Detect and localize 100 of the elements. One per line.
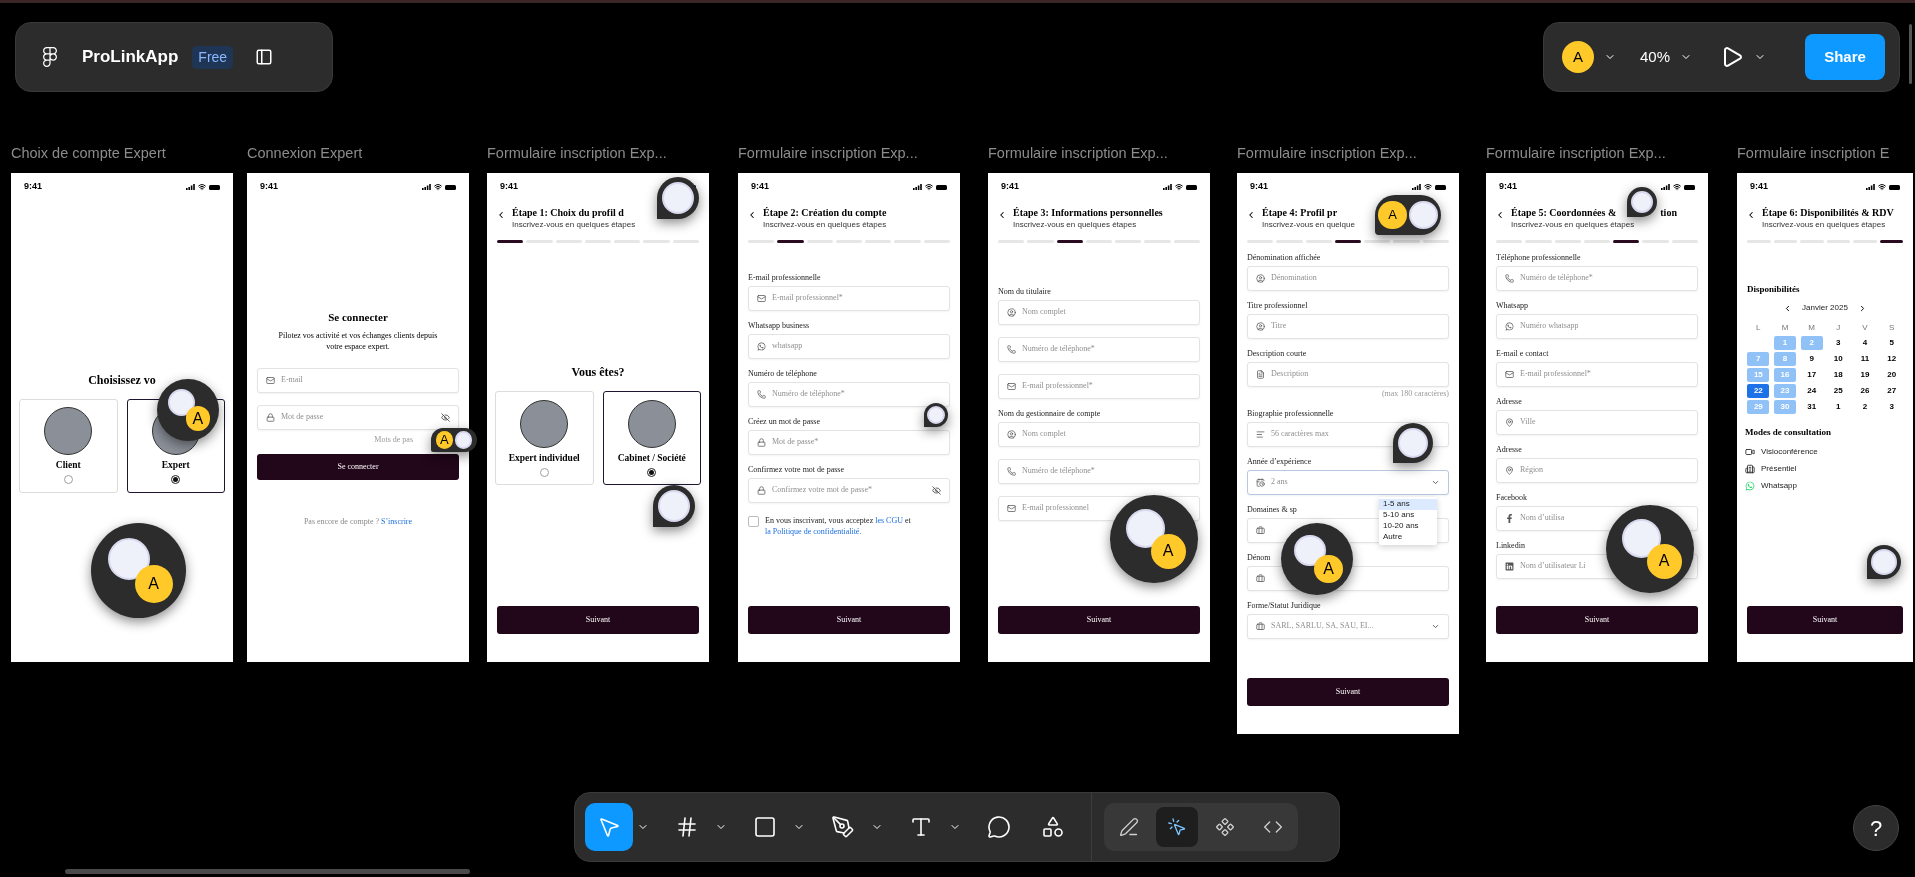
back-icon[interactable] bbox=[1246, 210, 1256, 220]
text-input[interactable]: Nom complet bbox=[1022, 428, 1066, 440]
input-field[interactable]: E-mail professionnel* bbox=[748, 285, 950, 311]
next-button[interactable]: Suivant bbox=[1496, 606, 1698, 634]
text-input[interactable]: E-mail professionnel bbox=[1022, 502, 1089, 514]
calendar-day[interactable]: 3 bbox=[1827, 336, 1850, 350]
mode-button[interactable] bbox=[1156, 807, 1198, 847]
text-input[interactable]: Mot de passe* bbox=[772, 436, 819, 448]
input-field[interactable]: Dénomination bbox=[1247, 265, 1449, 291]
text-input[interactable]: Nom complet bbox=[1022, 306, 1066, 318]
terms-link[interactable]: les CGU bbox=[875, 515, 903, 525]
option-card[interactable]: Client bbox=[19, 398, 118, 493]
text-input[interactable]: SARL, SARLU, SA, SAU, EI... bbox=[1271, 620, 1374, 632]
calendar-day[interactable]: 17 bbox=[1800, 368, 1823, 382]
text-input[interactable]: whatsapp bbox=[772, 340, 803, 352]
eye-off-icon[interactable] bbox=[932, 485, 941, 495]
radio-button[interactable] bbox=[63, 475, 73, 485]
calendar-day[interactable]: 25 bbox=[1827, 384, 1850, 398]
input-field[interactable]: E-mail professionnel* bbox=[1496, 361, 1698, 387]
calendar-day[interactable]: 22 bbox=[1747, 384, 1770, 398]
calendar-day[interactable]: 4 bbox=[1854, 336, 1876, 350]
signup-link[interactable]: S’inscrire bbox=[381, 516, 413, 526]
text-input[interactable]: Nom d’utilisateur Li bbox=[1520, 560, 1586, 572]
input-field[interactable]: Titre bbox=[1247, 313, 1449, 339]
zoom-menu[interactable]: 40% bbox=[1640, 45, 1671, 69]
input-field[interactable]: E-mail professionnel* bbox=[998, 373, 1200, 399]
calendar-day[interactable]: 19 bbox=[1854, 368, 1876, 382]
next-button[interactable]: Suivant bbox=[1247, 678, 1449, 706]
frame-name[interactable]: Formulaire inscription Exp... bbox=[1486, 143, 1666, 165]
calendar-day[interactable]: 1 bbox=[1827, 400, 1850, 414]
option-card[interactable]: Expert individuel bbox=[495, 391, 594, 486]
input-field[interactable]: Mot de passe bbox=[257, 404, 459, 430]
input-field[interactable]: Numéro de téléphone* bbox=[748, 381, 950, 407]
frame-name[interactable]: Formulaire inscription Exp... bbox=[487, 143, 667, 165]
checkbox[interactable] bbox=[748, 515, 759, 527]
next-button[interactable]: Suivant bbox=[497, 606, 699, 634]
calendar-day[interactable]: 24 bbox=[1800, 384, 1823, 398]
calendar-day[interactable]: 12 bbox=[1880, 352, 1903, 366]
text-input[interactable]: Numéro de téléphone* bbox=[1022, 465, 1095, 477]
radio-button[interactable] bbox=[647, 467, 657, 477]
text-input[interactable]: E-mail professionnel* bbox=[772, 292, 843, 304]
calendar-day[interactable]: 5 bbox=[1880, 336, 1903, 350]
text-input[interactable]: Région bbox=[1520, 464, 1544, 476]
input-field[interactable]: Confirmez votre mot de passe* bbox=[748, 477, 950, 503]
next-button[interactable]: Suivant bbox=[1747, 606, 1903, 634]
text-input[interactable]: 56 caractères max bbox=[1271, 428, 1329, 440]
calendar-day[interactable]: 10 bbox=[1827, 352, 1850, 366]
input-field[interactable]: E-mail bbox=[257, 367, 459, 393]
input-field[interactable]: Numéro de téléphone* bbox=[1496, 265, 1698, 291]
frame-name[interactable]: Formulaire inscription E bbox=[1737, 143, 1890, 165]
text-input[interactable]: Description bbox=[1271, 368, 1309, 380]
next-button[interactable]: Suivant bbox=[998, 606, 1200, 634]
input-field[interactable]: Description bbox=[1247, 361, 1449, 387]
input-field[interactable]: Numéro de téléphone* bbox=[998, 458, 1200, 484]
input-field[interactable]: Numéro de téléphone* bbox=[998, 336, 1200, 362]
input-field[interactable]: Mot de passe* bbox=[748, 429, 950, 455]
select-field[interactable]: 2 ans bbox=[1247, 469, 1449, 495]
logo-icon[interactable] bbox=[40, 47, 60, 67]
dropdown-option[interactable]: Autre bbox=[1379, 531, 1437, 543]
back-icon[interactable] bbox=[496, 210, 506, 220]
text-input[interactable]: E-mail professionnel* bbox=[1520, 368, 1591, 380]
option-card[interactable]: Cabinet / Société bbox=[602, 391, 701, 486]
back-icon[interactable] bbox=[997, 210, 1007, 220]
input-field[interactable]: whatsapp bbox=[748, 333, 950, 359]
sidebar-toggle-icon[interactable] bbox=[255, 48, 274, 66]
text-input[interactable]: Mot de passe bbox=[281, 411, 324, 423]
frame-name[interactable]: Formulaire inscription Exp... bbox=[738, 143, 918, 165]
text-input[interactable]: 2 ans bbox=[1271, 476, 1288, 488]
text-input[interactable]: Ville bbox=[1520, 416, 1536, 428]
calendar-day[interactable]: 2 bbox=[1854, 400, 1876, 414]
calendar-day[interactable]: 9 bbox=[1800, 352, 1823, 366]
input-field[interactable]: Nom complet bbox=[998, 299, 1200, 325]
select-field[interactable]: SARL, SARLU, SA, SAU, EI... bbox=[1247, 613, 1449, 639]
text-input[interactable]: Confirmez votre mot de passe* bbox=[772, 484, 872, 496]
user-avatar[interactable]: A bbox=[1562, 41, 1594, 73]
calendar-day[interactable]: 26 bbox=[1854, 384, 1876, 398]
text-input[interactable]: Dénomination bbox=[1271, 272, 1317, 284]
tool-button[interactable] bbox=[585, 803, 633, 851]
back-icon[interactable] bbox=[1746, 210, 1756, 220]
radio-button[interactable] bbox=[171, 475, 181, 485]
calendar-day[interactable]: 3 bbox=[1880, 400, 1903, 414]
calendar-day[interactable]: 11 bbox=[1854, 352, 1876, 366]
radio-button[interactable] bbox=[539, 467, 549, 477]
calendar-day[interactable]: 20 bbox=[1880, 368, 1903, 382]
input-field[interactable]: Nom complet bbox=[998, 421, 1200, 447]
dropdown-option[interactable]: 5-10 ans bbox=[1379, 509, 1437, 521]
calendar-day[interactable]: 27 bbox=[1880, 384, 1903, 398]
text-input[interactable]: Numéro de téléphone* bbox=[1520, 272, 1593, 284]
next-button[interactable]: Suivant bbox=[748, 606, 950, 634]
dropdown-option[interactable]: 1-5 ans bbox=[1379, 498, 1437, 510]
calendar-day[interactable]: 18 bbox=[1827, 368, 1850, 382]
text-input[interactable]: Numéro de téléphone* bbox=[1022, 343, 1095, 355]
login-button[interactable]: Se connecter bbox=[257, 453, 459, 480]
text-input[interactable]: E-mail bbox=[281, 374, 303, 386]
back-icon[interactable] bbox=[747, 210, 757, 220]
text-input[interactable]: E-mail professionnel* bbox=[1022, 380, 1093, 392]
input-field[interactable]: Ville bbox=[1496, 409, 1698, 435]
text-input[interactable]: Nom d’utilisa bbox=[1520, 512, 1565, 524]
text-input[interactable]: Numéro de téléphone* bbox=[772, 388, 845, 400]
input-field[interactable]: Région bbox=[1496, 457, 1698, 483]
